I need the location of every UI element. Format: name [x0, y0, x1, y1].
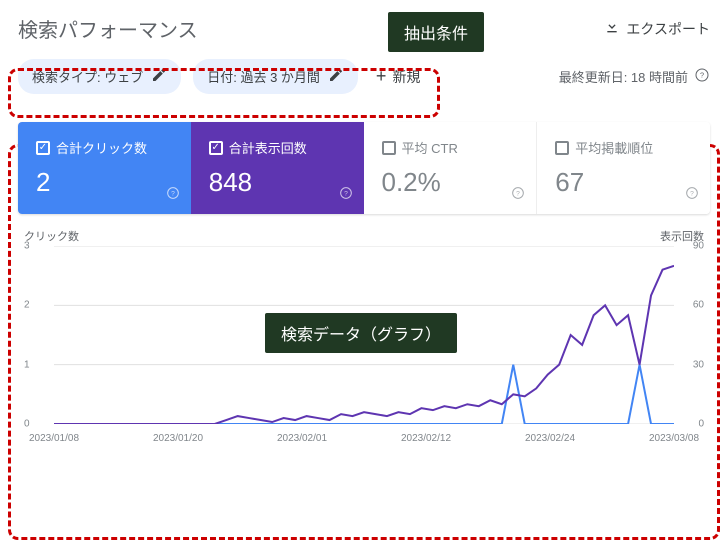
metric-impressions[interactable]: 合計表示回数 848 ?	[191, 122, 364, 214]
export-button[interactable]: エクスポート	[604, 19, 710, 39]
y-left-tick: 1	[24, 359, 30, 370]
svg-text:?: ?	[516, 191, 520, 198]
svg-text:?: ?	[344, 191, 348, 198]
checkbox-off-icon	[382, 141, 396, 155]
x-tick: 2023/01/20	[153, 433, 203, 444]
x-tick: 2023/02/24	[525, 433, 575, 444]
checkbox-on-icon	[36, 141, 50, 155]
checkbox-on-icon	[209, 141, 223, 155]
y-right-tick: 90	[693, 241, 704, 252]
download-icon	[604, 19, 620, 38]
metric-position[interactable]: 平均掲載順位 67 ?	[537, 122, 710, 214]
last-updated-text: 最終更新日: 18 時間前	[559, 67, 688, 86]
page-title: 検索パフォーマンス	[18, 14, 198, 43]
help-icon[interactable]: ?	[338, 185, 354, 206]
x-tick: 2023/02/01	[277, 433, 327, 444]
metric-ctr[interactable]: 平均 CTR 0.2% ?	[364, 122, 538, 214]
help-icon[interactable]: ?	[510, 185, 526, 206]
y-right-tick: 60	[693, 300, 704, 311]
export-label: エクスポート	[626, 19, 710, 39]
metric-clicks[interactable]: 合計クリック数 2 ?	[18, 122, 191, 214]
series-impressions	[54, 266, 674, 424]
y-right-tick: 30	[693, 359, 704, 370]
y-left-tick: 2	[24, 300, 30, 311]
y-left-tick: 3	[24, 241, 30, 252]
metric-position-value: 67	[555, 167, 692, 198]
metric-impressions-label: 合計表示回数	[229, 138, 307, 157]
metric-ctr-value: 0.2%	[382, 167, 519, 198]
annotation-filter-label: 抽出条件	[388, 12, 484, 52]
left-axis-title: クリック数	[24, 228, 79, 244]
svg-text:?: ?	[690, 191, 694, 198]
y-left-tick: 0	[24, 419, 30, 430]
metric-impressions-value: 848	[209, 167, 346, 198]
x-tick: 2023/03/08	[649, 433, 699, 444]
last-updated: 最終更新日: 18 時間前 ?	[559, 67, 710, 86]
metric-ctr-label: 平均 CTR	[402, 138, 458, 157]
x-tick: 2023/01/08	[29, 433, 79, 444]
performance-chart[interactable]: クリック数 表示回数 0123 0306090 2023/01/082023/0…	[18, 228, 710, 448]
x-tick: 2023/02/12	[401, 433, 451, 444]
metric-position-label: 平均掲載順位	[575, 138, 653, 157]
checkbox-off-icon	[555, 141, 569, 155]
svg-text:?: ?	[700, 71, 704, 80]
help-icon[interactable]: ?	[165, 185, 181, 206]
help-icon[interactable]: ?	[694, 67, 710, 86]
series-clicks	[54, 365, 674, 424]
metric-clicks-label: 合計クリック数	[56, 138, 147, 157]
y-right-tick: 0	[698, 419, 704, 430]
help-icon[interactable]: ?	[684, 185, 700, 206]
metric-clicks-value: 2	[36, 167, 173, 198]
svg-text:?: ?	[171, 191, 175, 198]
